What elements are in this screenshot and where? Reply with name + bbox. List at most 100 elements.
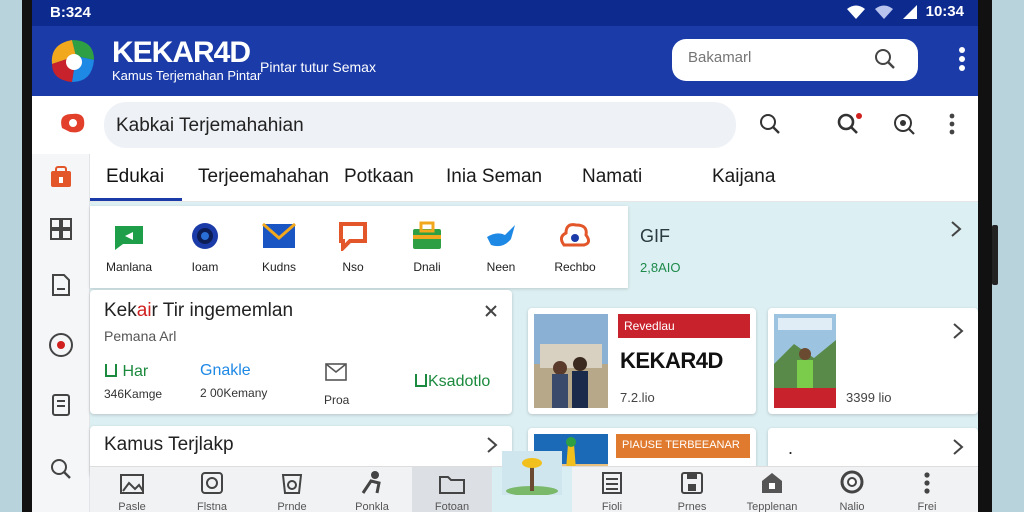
stat-item[interactable]: Har 346Kamge bbox=[104, 362, 162, 401]
tab-inia-seman[interactable]: Inia Seman bbox=[446, 166, 542, 188]
more-vert-icon[interactable] bbox=[948, 112, 956, 136]
bag-icon bbox=[281, 474, 303, 494]
stat-item[interactable]: Ksadotlo bbox=[414, 372, 490, 391]
tab-potkaan[interactable]: Potkaan bbox=[344, 166, 414, 188]
search-alert-icon[interactable] bbox=[836, 112, 864, 136]
stat-item[interactable]: Proa bbox=[324, 362, 349, 407]
chevron-right-icon[interactable] bbox=[950, 220, 962, 238]
info-card-text: . bbox=[788, 438, 794, 458]
rail-item-grid[interactable] bbox=[46, 214, 76, 244]
rail-item-tablet[interactable] bbox=[46, 390, 76, 420]
status-time-right: 10:34 bbox=[925, 3, 964, 20]
person-icon bbox=[361, 471, 381, 494]
gear-icon bbox=[192, 223, 218, 249]
nav-item-photo[interactable] bbox=[492, 451, 572, 512]
document-icon bbox=[52, 274, 70, 296]
app-bar-search-input[interactable] bbox=[688, 49, 868, 66]
rail-item-compass[interactable] bbox=[46, 330, 76, 360]
bracket-icon bbox=[415, 374, 427, 387]
dictionary-link-title: Kamus Terjlakp bbox=[104, 434, 234, 455]
nav-item-flstna[interactable]: Flstna bbox=[172, 467, 252, 512]
close-icon[interactable] bbox=[484, 304, 498, 318]
app-label: Neen bbox=[486, 260, 516, 274]
gif-card[interactable]: GIF 2,8AIO bbox=[628, 206, 978, 288]
bottom-navigation: Pasle Flstna Prnde Ponkla Fotoan Fioli P… bbox=[90, 451, 978, 512]
app-ioam[interactable]: Ioam bbox=[174, 220, 236, 274]
home-icon bbox=[762, 473, 782, 493]
app-manlana[interactable]: Manlana bbox=[98, 220, 160, 274]
nav-item-pasle[interactable]: Pasle bbox=[92, 467, 172, 512]
save-icon bbox=[681, 472, 703, 494]
app-bar-search[interactable] bbox=[672, 39, 918, 81]
app-label: Nso bbox=[342, 260, 364, 274]
bracket-icon bbox=[105, 364, 117, 377]
brand-subtitle: Kamus Terjemahan Pintar bbox=[112, 68, 262, 83]
tab-namati[interactable]: Namati bbox=[582, 166, 642, 188]
app-logo-icon[interactable] bbox=[46, 34, 100, 88]
product-card[interactable]: 3399 lio bbox=[768, 308, 978, 414]
gif-value: 2,8AIO bbox=[640, 260, 681, 275]
app-nso[interactable]: Nso bbox=[322, 220, 384, 274]
app-label: Ioam bbox=[191, 260, 219, 274]
nav-item-fioli[interactable]: Fioli bbox=[572, 467, 652, 512]
nav-item-prnde[interactable]: Prnde bbox=[252, 467, 332, 512]
search-icon[interactable] bbox=[758, 112, 782, 136]
green-chat-icon bbox=[115, 226, 143, 250]
app-label: Rechbo bbox=[554, 260, 596, 274]
brand-name: KEKAR4D bbox=[112, 36, 251, 69]
refresh-icon bbox=[201, 472, 223, 494]
chevron-right-icon[interactable] bbox=[952, 438, 964, 456]
tab-kaijana[interactable]: Kaijana bbox=[712, 166, 775, 188]
left-rail bbox=[32, 154, 90, 512]
mail-outline-icon bbox=[325, 363, 347, 381]
photo-icon bbox=[502, 451, 562, 495]
promo-banner-secondary: PIAUSE TERBEEANAR bbox=[616, 434, 750, 458]
circle-icon bbox=[840, 470, 864, 494]
app-kudns[interactable]: Kudns bbox=[248, 220, 310, 274]
search-row: Kabkai Terjemahahian bbox=[32, 96, 978, 154]
search-icon bbox=[51, 459, 71, 479]
list-icon bbox=[602, 472, 622, 494]
app-dnali[interactable]: Dnali bbox=[396, 220, 458, 274]
dictionary-card-title: Kekair Tir ingememlan bbox=[104, 300, 294, 321]
nav-item-tepplenan[interactable]: Tepplenan bbox=[732, 467, 812, 512]
nav-item-prnes[interactable]: Prnes bbox=[652, 467, 732, 512]
image-icon bbox=[120, 474, 144, 494]
nav-item-ponkla[interactable]: Ponkla bbox=[332, 467, 412, 512]
phone-screen: B:324 10:34 KEKAR4D Kamus Terjemahan Pin… bbox=[32, 0, 978, 512]
nav-item-frei[interactable]: Frei bbox=[892, 467, 962, 512]
dictionary-card-subtitle: Pemana Arl bbox=[104, 328, 177, 344]
rail-item-store[interactable] bbox=[46, 162, 76, 192]
app-neen[interactable]: Neen bbox=[470, 220, 532, 274]
app-label: Manlana bbox=[105, 260, 153, 274]
stat-item[interactable]: Gnakle 2 00Kemany bbox=[200, 362, 267, 400]
app-label: Dnali bbox=[413, 260, 441, 274]
dictionary-card[interactable]: Kekair Tir ingememlan Pemana Arl Har 346… bbox=[90, 290, 512, 414]
promo-card[interactable]: Revedlau KEKAR4D 7.2.lio bbox=[528, 308, 756, 414]
phone-bezel-right bbox=[978, 0, 992, 512]
tab-terjeemahahan[interactable]: Terjeemahahan bbox=[198, 166, 329, 188]
red-logo-icon[interactable] bbox=[58, 110, 88, 136]
signal-icon bbox=[902, 4, 917, 19]
search-icon[interactable] bbox=[874, 48, 896, 70]
mail-icon bbox=[262, 222, 296, 248]
more-vert-icon[interactable] bbox=[958, 46, 966, 72]
nav-item-nalio[interactable]: Nalio bbox=[812, 467, 892, 512]
zoom-icon[interactable] bbox=[892, 112, 916, 136]
promo-price: 7.2.lio bbox=[620, 390, 655, 405]
rail-item-search[interactable] bbox=[46, 454, 76, 484]
compass-icon bbox=[49, 333, 73, 357]
tab-edukai[interactable]: Edukai bbox=[106, 166, 164, 188]
folder-icon bbox=[439, 476, 465, 494]
app-rechbo[interactable]: Rechbo bbox=[544, 220, 606, 274]
status-time-left: B:324 bbox=[50, 4, 91, 21]
chevron-right-icon[interactable] bbox=[952, 322, 964, 340]
nav-item-fotoan[interactable]: Fotoan bbox=[412, 467, 492, 512]
promo-headline: KEKAR4D bbox=[620, 348, 723, 373]
wifi-icon-secondary bbox=[874, 5, 893, 19]
status-bar: B:324 10:34 bbox=[32, 0, 978, 26]
rail-item-document[interactable] bbox=[46, 270, 76, 300]
search-field[interactable]: Kabkai Terjemahahian bbox=[104, 102, 736, 148]
chevron-right-icon[interactable] bbox=[486, 436, 498, 454]
photo-thumbnail bbox=[774, 314, 836, 408]
